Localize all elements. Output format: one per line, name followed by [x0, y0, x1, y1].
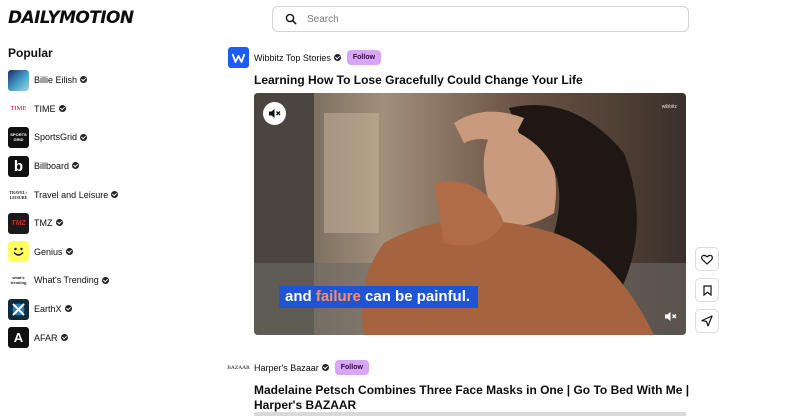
whats-trending-logo: what's trending [10, 275, 27, 286]
sidebar-item-billboard[interactable]: b Billboard [8, 152, 208, 181]
sidebar-item-label: SportsGrid [34, 132, 88, 142]
bookmark-icon [702, 284, 712, 296]
heart-icon [701, 254, 713, 265]
sidebar-item-tmz[interactable]: TMZ TMZ [8, 209, 208, 238]
verified-icon [60, 333, 68, 341]
genius-logo [8, 241, 29, 263]
like-button[interactable] [695, 247, 719, 271]
channel-header: Wibbitz Top Stories Follow [228, 47, 382, 68]
sidebar-item-label: TIME [34, 104, 66, 114]
verified-icon [80, 133, 88, 141]
video-title[interactable]: Learning How To Lose Gracefully Could Ch… [254, 73, 694, 88]
muted-speaker-icon [665, 312, 677, 321]
sidebar-item-label: Genius [34, 247, 73, 257]
sidebar-item-label: AFAR [34, 333, 68, 343]
wibbitz-logo[interactable] [228, 47, 249, 68]
channel-name[interactable]: Harper's Bazaar [254, 363, 329, 373]
channel-header: BAZAAR Harper's Bazaar Follow [227, 357, 369, 378]
sidebar-item-label: EarthX [34, 304, 72, 314]
mute-button[interactable] [263, 102, 286, 125]
sportsgrid-logo: SPORTS GRID [8, 126, 29, 148]
travel-leisure-logo: TRAVEL+ LEISURE [9, 189, 28, 200]
billie-eilish-avatar [8, 69, 29, 91]
video-caption: and failure can be painful. [279, 286, 479, 308]
bookmark-button[interactable] [695, 278, 719, 302]
share-button[interactable] [695, 309, 719, 333]
sidebar-item-label: Billboard [34, 161, 80, 171]
sidebar-item-whats-trending[interactable]: what's trending What's Trending [8, 266, 208, 295]
earthx-logo [8, 298, 29, 320]
sidebar-item-genius[interactable]: Genius [8, 238, 208, 267]
sidebar-item-travel-and-leisure[interactable]: TRAVEL+ LEISURE Travel and Leisure [8, 180, 208, 209]
verified-icon [64, 305, 72, 313]
sidebar-item-time[interactable]: TIME TIME [8, 95, 208, 124]
billboard-logo: b [8, 155, 29, 177]
sidebar-item-label: Travel and Leisure [34, 190, 119, 200]
muted-speaker-icon [269, 109, 281, 118]
sidebar-item-earthx[interactable]: EarthX [8, 295, 208, 324]
verified-icon [321, 363, 329, 371]
verified-icon [55, 219, 63, 227]
time-logo: TIME [10, 105, 27, 113]
mute-toggle[interactable] [664, 309, 678, 327]
follow-button[interactable]: Follow [334, 360, 369, 375]
search-input[interactable] [307, 13, 667, 25]
dailymotion-logo[interactable]: DAILYMOTION [8, 8, 134, 28]
channel-name[interactable]: Wibbitz Top Stories [254, 53, 341, 63]
video-player[interactable]: wibbitz and failure can be painful. [254, 93, 686, 335]
sidebar-item-sportsgrid[interactable]: SPORTS GRID SportsGrid [8, 123, 208, 152]
share-icon [701, 315, 713, 327]
afar-logo: A [8, 327, 29, 349]
watermark: wibbitz [661, 104, 677, 110]
verified-icon [101, 276, 109, 284]
video-title[interactable]: Madelaine Petsch Combines Three Face Mas… [254, 383, 694, 413]
search-icon [285, 13, 297, 25]
harpers-bazaar-logo[interactable]: BAZAAR [227, 357, 250, 378]
follow-button[interactable]: Follow [346, 50, 382, 65]
verified-icon [333, 53, 341, 61]
sidebar-item-label: Billie Eilish [34, 75, 88, 85]
sidebar-item-label: What's Trending [34, 275, 109, 285]
search-bar[interactable] [272, 6, 689, 32]
sidebar-item-label: TMZ [34, 218, 63, 228]
verified-icon [80, 76, 88, 84]
sidebar-item-afar[interactable]: A AFAR [8, 323, 208, 352]
sidebar-heading: Popular [8, 46, 53, 60]
video-thumbnail-edge [254, 412, 686, 416]
tmz-logo: TMZ [8, 212, 29, 234]
verified-icon [65, 247, 73, 255]
popular-sidebar: Popular Billie Eilish TIME TIME SPORTS G… [8, 46, 208, 352]
verified-icon [72, 162, 80, 170]
verified-icon [58, 105, 66, 113]
verified-icon [111, 190, 119, 198]
sidebar-item-billie-eilish[interactable]: Billie Eilish [8, 66, 208, 95]
